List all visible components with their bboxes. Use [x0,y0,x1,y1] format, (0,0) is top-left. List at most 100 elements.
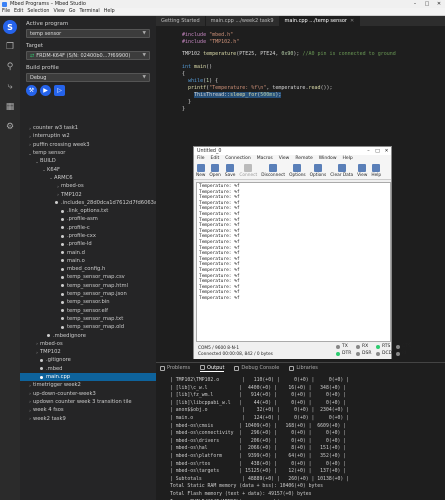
tree-item[interactable]: › mbed-os [20,182,156,190]
panel-tab[interactable]: Libraries [289,365,318,371]
tree-item[interactable]: .profile-ld [20,240,156,248]
tree-item[interactable]: .profile-c [20,224,156,232]
terminal-output[interactable]: Temperature: %f Temperature: %f Temperatur… [196,182,391,342]
build-profile-label: Build profile [26,65,59,71]
tree-item[interactable]: main.o [20,257,156,265]
tree-item[interactable]: ⌄ K64F [20,165,156,173]
extensions-icon[interactable]: ▦ [3,100,17,114]
minimize-button[interactable]: – [409,1,421,7]
terminal-menu-item[interactable]: File [197,156,205,161]
signal-indicator: TX [336,344,348,349]
close-tab-icon[interactable]: ✕ [350,18,354,24]
tree-item[interactable]: ⌄ ARMC6 [20,174,156,182]
panel-tab[interactable]: Problems [160,365,190,371]
tree-item[interactable]: .gitignore [20,356,156,364]
terminal-menu-item[interactable]: View [279,156,290,161]
tree-item[interactable]: .profile-asm [20,215,156,223]
menu-file[interactable]: File [2,9,10,14]
terminal-close-button[interactable]: ✕ [382,149,391,154]
tree-item[interactable]: temp_sensor_map.json [20,290,156,298]
active-program-select[interactable]: temp sensor ▼ [26,29,150,38]
tree-item[interactable]: temp_sensor_map.csv [20,273,156,281]
terminal-toolbar-button[interactable]: View [357,164,367,178]
build-profile-value: Debug [30,74,47,81]
tree-item[interactable]: temp_sensor.bin [20,298,156,306]
tree-item[interactable]: › puffin crossing week3 [20,141,156,149]
tab-main-cpp-week2[interactable]: main.cpp .../week2 task9 [206,16,280,26]
files-icon[interactable]: ❐ [3,40,17,54]
tree-item[interactable]: ⌄ temp sensor [20,149,156,157]
menu-help[interactable]: Help [104,9,115,14]
target-select[interactable]: ⇄ FRDM-K64F (S/N: 02400b0...7f69900) ▼ [26,51,150,60]
tree-item[interactable]: › interruptin w2 [20,132,156,140]
terminal-minimize-button[interactable]: – [364,149,373,154]
terminal-toolbar-button[interactable]: Options [310,164,326,178]
tree-item[interactable]: temp_sensor_map.txt [20,315,156,323]
terminal-menu-item[interactable]: Window [319,156,337,161]
build-hammer-icon[interactable]: ⚒ [26,85,37,96]
panel-tab[interactable]: Debug Console [234,365,279,371]
tree-item[interactable]: › timetrigger week2 [20,381,156,389]
tree-item[interactable]: .mbed [20,365,156,373]
run-play-icon[interactable]: ▶ [40,85,51,96]
terminal-toolbar-button[interactable]: Open [209,164,221,178]
tree-item[interactable]: temp_sensor_map.old [20,323,156,331]
tree-item[interactable]: ⌄ BUILD [20,157,156,165]
tree-item[interactable]: main.d [20,248,156,256]
search-icon[interactable]: ⚲ [3,60,17,74]
led-icon [376,344,380,349]
tree-item[interactable]: › week 4 fsos [20,406,156,414]
build-profile-select[interactable]: Debug ▼ [26,73,150,82]
tree-item[interactable]: temp_sensor_map.html [20,282,156,290]
maximize-button[interactable]: □ [421,1,433,7]
tree-item[interactable]: temp_sensor.elf [20,307,156,315]
tree-item[interactable]: .link_options.txt [20,207,156,215]
tree-item-label: .mbed [46,365,63,372]
terminal-toolbar-button[interactable]: Disconnect [261,164,285,178]
terminal-menu-item[interactable]: Help [343,156,353,161]
tree-item[interactable]: .mbedignore [20,331,156,339]
mbed-logo-icon[interactable]: S [3,20,17,34]
tree-item[interactable]: .profile-cxx [20,232,156,240]
panel-tabs: Problems Output Debug Console Libraries [156,363,445,373]
tree-item[interactable]: › TMP102 [20,190,156,198]
terminal-toolbar-button[interactable]: Clear Data [330,164,353,178]
code-editor[interactable]: #include "mbed.h" #include "TMP102.h" TMP1… [156,26,445,146]
terminal-toolbar-button[interactable]: Save [225,164,235,178]
panel-tab[interactable]: Output [200,365,225,372]
menu-edit[interactable]: Edit [14,9,23,14]
tab-main-cpp-temp-sensor[interactable]: main.cpp .../temp sensor ✕ [279,16,361,26]
tree-item-label: week 4 fsos [33,407,64,414]
tree-item[interactable]: › up-down-counter-week3 [20,390,156,398]
terminal-toolbar-button[interactable]: Connect [239,164,257,178]
menu-view[interactable]: View [53,9,64,14]
close-button[interactable]: ✕ [433,1,445,7]
source-control-icon[interactable]: ⤷ [3,80,17,94]
debug-run-icon[interactable]: ▷ [54,85,65,96]
terminal-menu-item[interactable]: Remote [295,156,312,161]
debug-icon[interactable]: ⚙ [3,120,17,134]
tree-item[interactable]: mbed_config.h [20,265,156,273]
output-line: | mbed-os\cmsis | 10409(+0) | 168(+0) | … [170,423,347,429]
tree-item[interactable]: › week2 task9 [20,414,156,422]
menu-terminal[interactable]: Terminal [79,9,99,14]
terminal-toolbar-button[interactable]: New [196,164,205,178]
tree-item[interactable]: › updown counter week 3 transition tile [20,398,156,406]
terminal-maximize-button[interactable]: □ [373,149,382,154]
tree-item[interactable]: .includes_28d0dca1d7612d7fd6063a0... [20,199,156,207]
terminal-toolbar-button[interactable]: Options [289,164,306,178]
terminal-menu-item[interactable]: Macros [257,156,273,161]
menu-selection[interactable]: Selection [27,9,49,14]
menu-go[interactable]: Go [69,9,76,14]
code-line: } [182,106,186,112]
signal-label: RTS [382,344,391,349]
target-value: FRDM-K64F (S/N: 02400b0...7f69900) [36,52,131,59]
tree-item[interactable]: › counter w3 task1 [20,124,156,132]
tree-item[interactable]: › TMP102 [20,348,156,356]
terminal-toolbar-button[interactable]: Help [371,164,381,178]
terminal-menu-item[interactable]: Connection [225,156,250,161]
terminal-menu-item[interactable]: Edit [211,156,220,161]
tree-item[interactable]: › mbed-os [20,340,156,348]
tab-getting-started[interactable]: Getting Started [156,16,206,26]
tree-item[interactable]: main.cpp [20,372,156,382]
